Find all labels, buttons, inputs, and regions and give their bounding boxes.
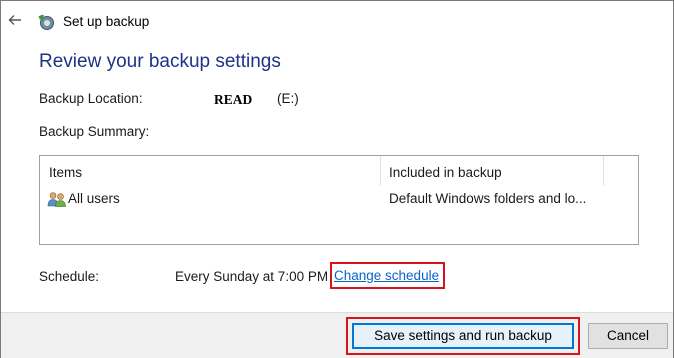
cancel-button[interactable]: Cancel (588, 323, 668, 349)
backup-summary-label: Backup Summary: (39, 124, 150, 139)
schedule-value: Every Sunday at 7:00 PM (175, 269, 329, 284)
save-and-run-backup-button[interactable]: Save settings and run backup (352, 323, 574, 349)
row-item-name: All users (68, 191, 120, 206)
change-schedule-link[interactable]: Change schedule (334, 268, 439, 283)
back-arrow-icon[interactable] (7, 12, 23, 28)
backup-app-icon (37, 13, 55, 31)
schedule-label: Schedule: (39, 269, 100, 284)
column-divider[interactable] (603, 156, 604, 186)
row-included-value: Default Windows folders and lo... (389, 191, 587, 206)
backup-window: Set up backup Review your backup setting… (0, 0, 674, 358)
backup-location-drive: (E:) (277, 91, 299, 106)
column-divider[interactable] (380, 156, 381, 186)
backup-location-name: READ (214, 92, 253, 107)
column-header-items[interactable]: Items (49, 165, 82, 180)
page-heading: Review your backup settings (39, 51, 281, 72)
column-header-included[interactable]: Included in backup (389, 165, 502, 180)
backup-summary-list[interactable]: Items Included in backup All users Defau… (39, 155, 639, 245)
users-icon (47, 191, 67, 208)
window-title: Set up backup (63, 14, 150, 29)
backup-location-label: Backup Location: (39, 91, 143, 106)
